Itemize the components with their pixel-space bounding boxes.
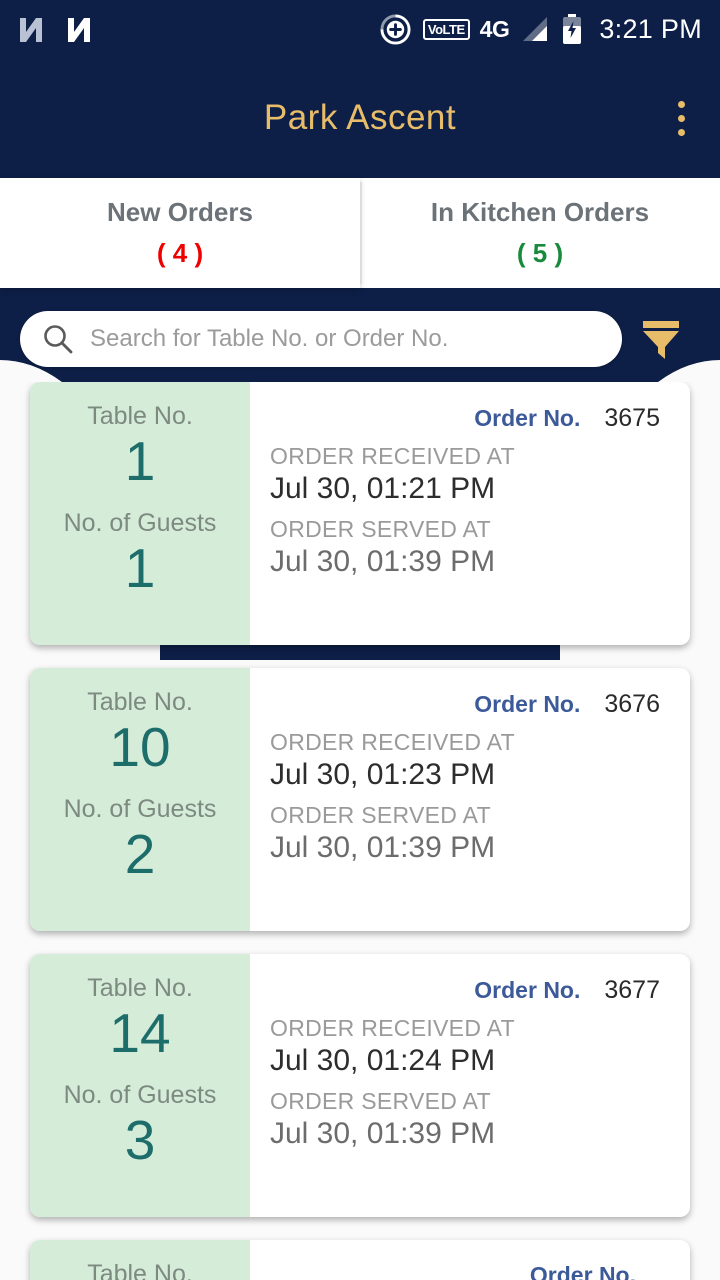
- page-title: Park Ascent: [263, 98, 457, 137]
- table-no-label: Table No.: [87, 688, 193, 716]
- order-card-details: Order No. 3676 ORDER RECEIVED AT Jul 30,…: [250, 668, 690, 931]
- order-no-value: 3676: [604, 690, 660, 718]
- order-received-label: ORDER RECEIVED AT: [270, 443, 515, 469]
- order-received-value: Jul 30, 01:24 PM: [270, 1044, 496, 1077]
- order-no-label: Order No.: [474, 405, 581, 431]
- tab-new-orders-label: New Orders: [107, 197, 253, 227]
- guests-value: 2: [124, 822, 156, 885]
- order-no-value: 3675: [604, 404, 660, 432]
- table-no-label: Table No.: [87, 1260, 193, 1280]
- tab-in-kitchen-orders-label: In Kitchen Orders: [430, 197, 650, 227]
- order-no-label: Order No.: [474, 977, 581, 1003]
- filter-button[interactable]: [622, 311, 700, 367]
- order-card[interactable]: Table No. 14 No. of Guests 3 Order No. 3…: [30, 954, 690, 1217]
- order-card-table-panel: Table No. 1 No. of Guests 1: [30, 382, 250, 645]
- guests-value: 3: [124, 1108, 156, 1171]
- status-bar-notifications: [18, 14, 92, 44]
- table-no-label: Table No.: [87, 402, 193, 430]
- order-card-table-panel: Table No. 14 No. of Guests 3: [30, 954, 250, 1217]
- network-type-label: 4G: [479, 15, 510, 42]
- order-served-value: Jul 30, 01:39 PM: [270, 831, 496, 864]
- table-no-label: Table No.: [87, 974, 193, 1002]
- tab-in-kitchen-orders[interactable]: In Kitchen Orders ( 5 ): [360, 178, 720, 288]
- guests-label: No. of Guests: [63, 508, 217, 537]
- tab-divider: [360, 182, 362, 284]
- order-no-row: Order No. 3675: [270, 404, 666, 433]
- guests-value: 1: [124, 536, 156, 599]
- order-card-details: Order No. 3677 ORDER RECEIVED AT Jul 30,…: [250, 954, 690, 1217]
- status-bar-clock: 3:21 PM: [599, 13, 702, 44]
- order-no-label: Order No.: [474, 691, 581, 717]
- app-bar: Park Ascent: [0, 58, 720, 178]
- order-card[interactable]: Table No. 1 No. of Guests 1 Order No. 36…: [30, 382, 690, 645]
- n-logo-icon: [20, 18, 42, 42]
- guests-label: No. of Guests: [63, 794, 217, 823]
- battery-charging-icon: [563, 14, 582, 44]
- order-no-value: 3677: [604, 976, 660, 1004]
- tab-new-orders-count: ( 4 ): [156, 238, 204, 268]
- order-card[interactable]: Table No. 10 No. of Guests 2 Order No. 3…: [30, 668, 690, 931]
- table-no-value: 1: [124, 430, 156, 492]
- order-received-value: Jul 30, 01:23 PM: [270, 758, 496, 791]
- order-list[interactable]: Table No. 1 No. of Guests 1 Order No. 36…: [0, 382, 720, 1280]
- order-served-label: ORDER SERVED AT: [270, 1088, 491, 1114]
- more-vertical-icon[interactable]: [664, 96, 698, 140]
- table-no-value: 14: [109, 1002, 171, 1064]
- table-no-value: 10: [109, 716, 171, 778]
- tab-new-orders[interactable]: New Orders ( 4 ): [0, 178, 360, 288]
- do-not-disturb-add-icon: [380, 13, 411, 45]
- order-served-label: ORDER SERVED AT: [270, 516, 491, 542]
- order-received-value: Jul 30, 01:21 PM: [270, 472, 496, 505]
- filter-funnel-icon: [643, 321, 679, 359]
- status-bar: VoLTE 4G 3:21 PM: [0, 0, 720, 58]
- order-served-label: ORDER SERVED AT: [270, 802, 491, 828]
- order-no-row: Order No. 3676: [270, 690, 666, 719]
- order-served-value: Jul 30, 01:39 PM: [270, 545, 496, 578]
- order-card-details: Order No. 3675 ORDER RECEIVED AT Jul 30,…: [250, 382, 690, 645]
- order-card[interactable]: Table No. No. of Guests Order No. ORDER …: [30, 1240, 690, 1280]
- order-card-table-panel: Table No. 10 No. of Guests 2: [30, 668, 250, 931]
- guests-label: No. of Guests: [63, 1080, 217, 1109]
- order-received-label: ORDER RECEIVED AT: [270, 729, 515, 755]
- tab-in-kitchen-orders-count: ( 5 ): [516, 238, 564, 268]
- status-bar-system-icons: VoLTE 4G 3:21 PM: [380, 14, 702, 45]
- n-logo-icon: [68, 18, 90, 42]
- order-no-row: Order No. 3677: [270, 976, 666, 1005]
- order-card-details: Order No. ORDER RECEIVED AT ORDER SERVED…: [250, 1240, 690, 1280]
- search-box[interactable]: [20, 311, 622, 367]
- app-screen: VoLTE 4G 3:21 PM Park Ascent New Orders …: [0, 0, 720, 1280]
- order-received-label: ORDER RECEIVED AT: [270, 1015, 515, 1041]
- order-card-table-panel: Table No. No. of Guests: [30, 1240, 250, 1280]
- order-no-row: Order No.: [270, 1262, 666, 1280]
- volte-badge: VoLTE: [422, 18, 470, 40]
- search-input[interactable]: [90, 325, 600, 353]
- search-icon: [44, 325, 73, 354]
- signal-bars-icon: [523, 17, 548, 41]
- order-no-label: Order No.: [529, 1262, 636, 1280]
- order-served-value: Jul 30, 01:39 PM: [270, 1117, 496, 1150]
- search-row: [0, 310, 720, 368]
